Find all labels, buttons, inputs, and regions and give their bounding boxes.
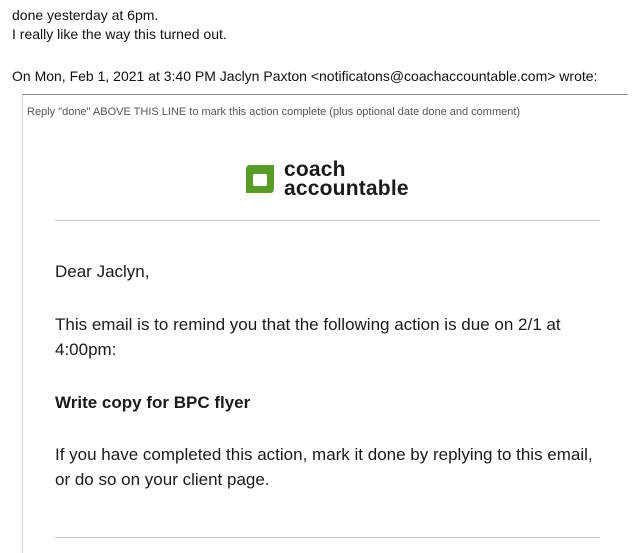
quote-bar [22, 95, 23, 553]
action-title: Write copy for BPC flyer [55, 393, 251, 412]
quote-divider [22, 94, 628, 95]
email-divider-bottom [55, 537, 600, 538]
email-divider-top [55, 220, 600, 221]
email-reminder-text: This email is to remind you that the fol… [55, 315, 561, 359]
quote-attribution: On Mon, Feb 1, 2021 at 3:40 PM Jaclyn Pa… [12, 68, 598, 84]
coachaccountable-logo-icon [246, 165, 274, 193]
coachaccountable-logo: coach accountable [242, 159, 409, 200]
reply-line-2: I really like the way this turned out. [12, 26, 227, 42]
logo-wordmark: coach accountable [284, 159, 409, 200]
email-greeting: Dear Jaclyn, [55, 262, 150, 281]
reply-instruction: Reply "done" ABOVE THIS LINE to mark thi… [27, 106, 521, 118]
email-completed-note: If you have completed this action, mark … [55, 445, 593, 489]
reply-text: done yesterday at 6pm. I really like the… [12, 6, 227, 44]
reply-line-1: done yesterday at 6pm. [12, 7, 159, 23]
logo-line-2: accountable [284, 177, 409, 200]
